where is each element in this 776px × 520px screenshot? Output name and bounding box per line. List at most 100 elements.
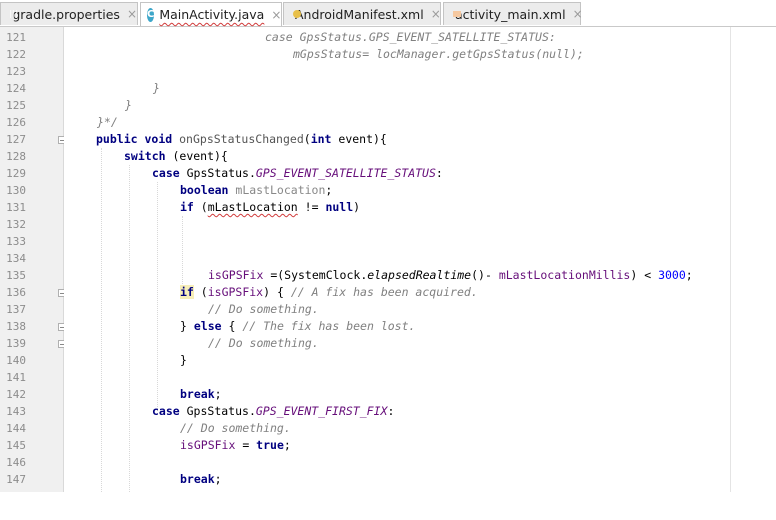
comment-text: mGpsStatus= locManager.getGpsStatus(null… xyxy=(293,47,584,61)
code-text: ( xyxy=(303,132,311,146)
close-icon[interactable]: × xyxy=(271,8,281,22)
field-variable: isGPSFix xyxy=(180,438,236,452)
code-line-143: case GpsStatus.GPS_EVENT_FIRST_FIX: xyxy=(152,403,394,420)
method-name: onGpsStatusChanged xyxy=(179,132,304,146)
code-text: ( xyxy=(193,285,208,299)
code-line-136: if (isGPSFix) { // A fix has been acquir… xyxy=(180,284,478,301)
field-variable: isGPSFix xyxy=(208,268,264,282)
close-icon[interactable]: × xyxy=(573,7,583,21)
code-text: ( xyxy=(193,200,208,214)
code-line-131: if (mLastLocation != null) xyxy=(180,199,360,216)
code-line-126: }*/ xyxy=(97,114,118,131)
keyword: public xyxy=(96,132,138,146)
tab-main-activity-java[interactable]: C MainActivity.java × xyxy=(140,2,282,26)
code-text: ; xyxy=(214,387,222,401)
tab-label: AndroidManifest.xml xyxy=(295,6,424,22)
keyword: int xyxy=(310,132,332,146)
close-icon[interactable]: × xyxy=(127,7,137,21)
field-variable: isGPSFix xyxy=(207,285,264,299)
line-number: 127 xyxy=(6,133,26,146)
code-line-142: break; xyxy=(180,386,222,403)
code-text: ) xyxy=(353,200,361,214)
line-number: 143 xyxy=(6,405,26,418)
code-text: GpsStatus. xyxy=(179,404,256,418)
code-text: ; xyxy=(283,438,291,452)
constant-field: GPS_EVENT_FIRST_FIX xyxy=(255,404,388,418)
code-line-125: } xyxy=(125,97,132,114)
keyword: if xyxy=(180,200,194,214)
error-variable: mLastLocation xyxy=(207,200,298,214)
code-text: (event){ xyxy=(165,149,228,163)
line-number: 125 xyxy=(6,99,26,112)
code-text: =(SystemClock. xyxy=(263,268,368,282)
comment-text: // Do something. xyxy=(208,336,319,350)
code-text: != xyxy=(297,200,326,214)
line-number: 137 xyxy=(6,303,26,316)
unused-variable: mLastLocation xyxy=(228,183,326,197)
keyword: break xyxy=(180,472,215,486)
keyword: if xyxy=(180,285,194,299)
line-number: 135 xyxy=(6,269,26,282)
line-number: 138 xyxy=(6,320,26,333)
code-text: } xyxy=(180,319,194,333)
code-text: ; xyxy=(325,183,333,197)
keyword: case xyxy=(152,404,180,418)
keyword: break xyxy=(180,387,215,401)
indent-guide xyxy=(129,165,130,492)
tab-android-manifest[interactable]: AndroidManifest.xml × xyxy=(283,2,441,25)
code-line-138: } else { // The fix has been lost. xyxy=(180,318,415,335)
code-text: event){ xyxy=(331,132,387,146)
java-class-icon: C xyxy=(147,7,155,22)
field-variable: mLastLocationMillis xyxy=(498,268,631,282)
line-number: 128 xyxy=(6,150,26,163)
line-number: 134 xyxy=(6,252,26,265)
keyword: boolean xyxy=(180,183,229,197)
code-text: = xyxy=(235,438,257,452)
line-number: 133 xyxy=(6,235,26,248)
keyword: null xyxy=(325,200,354,214)
code-line-139: // Do something. xyxy=(208,335,319,352)
comment-text: }*/ xyxy=(97,115,118,129)
tab-activity-main-xml[interactable]: activity_main.xml × xyxy=(443,2,583,25)
close-icon[interactable]: × xyxy=(431,7,441,21)
line-number: 129 xyxy=(6,167,26,180)
code-text: : xyxy=(387,404,395,418)
comment-text: // A fix has been acquired. xyxy=(290,285,478,299)
line-number: 136 xyxy=(6,286,26,299)
line-number: 142 xyxy=(6,388,26,401)
code-line-130: boolean mLastLocation; xyxy=(180,182,332,199)
line-number: 130 xyxy=(6,184,26,197)
code-line-124: } xyxy=(153,80,160,97)
code-line-137: // Do something. xyxy=(208,301,319,318)
line-number: 124 xyxy=(6,82,26,95)
line-number: 132 xyxy=(6,218,26,231)
comment-text: } xyxy=(153,81,160,95)
indent-guide xyxy=(101,148,102,492)
line-number: 131 xyxy=(6,201,26,214)
code-text: ) < xyxy=(630,268,659,282)
line-number: 123 xyxy=(6,65,26,78)
comment-text: case GpsStatus.GPS_EVENT_SATELLITE_STATU… xyxy=(265,30,556,44)
number-literal: 3000 xyxy=(658,268,686,282)
line-number-gutter[interactable]: 121 122 123 124 125 126 127 128 129 130 … xyxy=(0,27,66,492)
code-text: } xyxy=(180,353,187,367)
line-number: 145 xyxy=(6,439,26,452)
code-text: ; xyxy=(214,472,222,486)
line-number: 140 xyxy=(6,354,26,367)
line-number: 146 xyxy=(6,456,26,469)
code-text: { xyxy=(221,319,243,333)
code-line-145: isGPSFix = true; xyxy=(180,437,291,454)
tab-gradle-properties[interactable]: gradle.properties × xyxy=(0,2,138,25)
tab-label: gradle.properties xyxy=(12,6,120,22)
keyword: else xyxy=(193,319,222,333)
code-line-129: case GpsStatus.GPS_EVENT_SATELLITE_STATU… xyxy=(152,165,443,182)
tab-label: MainActivity.java xyxy=(159,7,265,22)
comment-text: // Do something. xyxy=(180,421,291,435)
code-line-128: switch (event){ xyxy=(124,148,228,165)
code-line-147: break; xyxy=(180,471,222,488)
line-number: 126 xyxy=(6,116,26,129)
code-editor[interactable]: case GpsStatus. GPS_EVENT_SATELLITE_STATU… xyxy=(64,27,731,492)
empty-area xyxy=(0,492,776,520)
keyword: true xyxy=(256,438,284,452)
constant-field: GPS_EVENT_SATELLITE_STATUS xyxy=(255,166,436,180)
